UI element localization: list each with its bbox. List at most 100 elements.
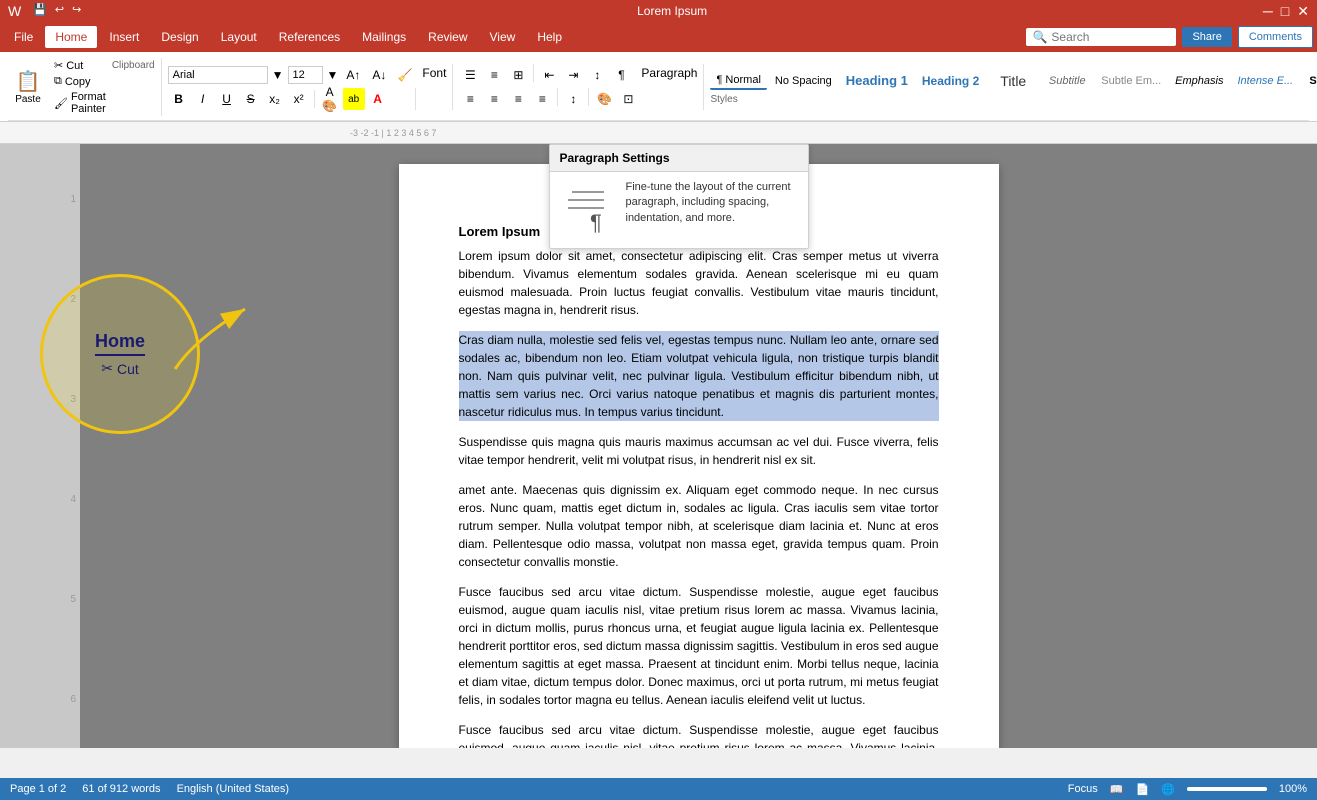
menu-references[interactable]: References: [269, 26, 350, 48]
document-para5[interactable]: Fusce faucibus sed arcu vitae dictum. Su…: [459, 583, 939, 709]
cut-button[interactable]: ✂ Cut: [50, 58, 110, 73]
underline-button[interactable]: U: [216, 88, 238, 110]
style-heading1[interactable]: Heading 1: [840, 71, 914, 90]
app-icon: W: [8, 3, 21, 19]
zoom-slider[interactable]: [1187, 787, 1267, 791]
numbering-button[interactable]: ≡: [483, 64, 505, 86]
style-intense-e[interactable]: Intense E...: [1231, 73, 1299, 89]
paragraph-group: ☰ ≡ ⊞ ⇤ ⇥ ↕ ¶ ≡ ≡ ≡ ≡ ↕ 🎨: [459, 64, 704, 110]
show-marks-button[interactable]: ¶: [610, 64, 632, 86]
font-group: Arial ▼ 12 ▼ A↑ A↓ 🧹 B I U S x₂ x²: [168, 64, 454, 110]
font-name-dropdown[interactable]: Arial: [168, 66, 268, 84]
formatting-buttons: B I U S x₂ x² A🎨 ab A: [168, 88, 417, 110]
clear-format-button[interactable]: 🧹: [394, 64, 416, 86]
font-color-button[interactable]: A: [367, 88, 389, 110]
text-highlight-button[interactable]: ab: [343, 88, 365, 110]
quick-access-save[interactable]: 💾: [33, 3, 47, 19]
search-box[interactable]: 🔍: [1026, 28, 1176, 46]
document-para2-selected[interactable]: Cras diam nulla, molestie sed felis vel,…: [459, 331, 939, 421]
style-strong[interactable]: Strong: [1301, 73, 1317, 89]
ruler: -3 -2 -1 | 1 2 3 4 5 6 7: [0, 122, 1317, 144]
style-subtitle[interactable]: Subtitle: [1041, 73, 1093, 89]
paragraph-settings-popup: Paragraph Settings ¶ Fine-tune the layou…: [549, 144, 809, 249]
paste-label: Paste: [15, 94, 41, 105]
document-para1[interactable]: Lorem ipsum dolor sit amet, consectetur …: [459, 247, 939, 319]
menu-mailings[interactable]: Mailings: [352, 26, 416, 48]
font-selector-row: Arial ▼ 12 ▼ A↑ A↓ 🧹: [168, 64, 417, 86]
margin-num-3: 3: [70, 394, 76, 405]
line-spacing-button[interactable]: ↕: [562, 88, 584, 110]
font-size-arrow[interactable]: ▼: [327, 68, 339, 82]
window-control-buttons[interactable]: ─ □ ✕: [1263, 3, 1309, 20]
quick-access-redo[interactable]: ↪: [72, 3, 81, 19]
view-layout-icon[interactable]: 📄: [1135, 783, 1149, 796]
styles-buttons: ¶ Normal No Spacing Heading 1 Heading 2 …: [710, 70, 1317, 92]
multilevel-list-button[interactable]: ⊞: [507, 64, 529, 86]
strikethrough-button[interactable]: S: [240, 88, 262, 110]
close-btn[interactable]: ✕: [1297, 3, 1309, 20]
align-left-button[interactable]: ≡: [459, 88, 481, 110]
align-center-button[interactable]: ≡: [483, 88, 505, 110]
font-shrink-button[interactable]: A↓: [368, 64, 390, 86]
view-read-icon[interactable]: 📖: [1110, 783, 1124, 796]
document-page[interactable]: Paragraph Settings ¶ Fine-tune the layou…: [399, 164, 999, 748]
sort-button[interactable]: ↕: [586, 64, 608, 86]
share-button[interactable]: Share: [1182, 27, 1231, 47]
font-name-arrow[interactable]: ▼: [272, 68, 284, 82]
align-right-button[interactable]: ≡: [507, 88, 529, 110]
zoom-percent[interactable]: 100%: [1279, 783, 1307, 795]
format-painter-label: Format Painter: [71, 91, 106, 115]
focus-label[interactable]: Focus: [1068, 783, 1098, 795]
menu-insert[interactable]: Insert: [99, 26, 149, 48]
menu-home[interactable]: Home: [45, 26, 97, 48]
menu-view[interactable]: View: [480, 26, 526, 48]
quick-access-undo[interactable]: ↩: [55, 3, 64, 19]
subscript-button[interactable]: x₂: [264, 88, 286, 110]
borders-button[interactable]: ⊡: [617, 88, 639, 110]
style-emphasis[interactable]: Emphasis: [1169, 73, 1229, 89]
paste-button[interactable]: 📋 Paste: [8, 65, 48, 109]
view-web-icon[interactable]: 🌐: [1161, 783, 1175, 796]
shading-button[interactable]: 🎨: [593, 88, 615, 110]
italic-button[interactable]: I: [192, 88, 214, 110]
menu-design[interactable]: Design: [151, 26, 208, 48]
justify-button[interactable]: ≡: [531, 88, 553, 110]
decrease-indent-button[interactable]: ⇤: [538, 64, 560, 86]
font-grow-button[interactable]: A↑: [342, 64, 364, 86]
document-para6[interactable]: Fusce faucibus sed arcu vitae dictum. Su…: [459, 721, 939, 748]
content-area: 1 2 3 4 5 6 7 Home ✂ Cut Paragraph: [0, 144, 1317, 748]
style-normal[interactable]: ¶ Normal: [710, 72, 766, 90]
annotation-cut-text: ✂ Cut: [101, 360, 139, 377]
document-para4[interactable]: amet ante. Maecenas quis dignissim ex. A…: [459, 481, 939, 571]
popup-description: Fine-tune the layout of the current para…: [626, 180, 800, 240]
separator4: [588, 88, 589, 106]
comments-button[interactable]: Comments: [1238, 26, 1313, 48]
search-icon: 🔍: [1032, 30, 1047, 44]
menu-file[interactable]: File: [4, 26, 43, 48]
maximize-btn[interactable]: □: [1281, 3, 1289, 19]
superscript-button[interactable]: x²: [288, 88, 310, 110]
bold-button[interactable]: B: [168, 88, 190, 110]
style-subtle-em[interactable]: Subtle Em...: [1095, 73, 1167, 89]
language[interactable]: English (United States): [177, 783, 290, 795]
style-no-spacing-label: No Spacing: [775, 75, 832, 87]
popup-body: ¶ Fine-tune the layout of the current pa…: [550, 172, 808, 248]
font-size-dropdown[interactable]: 12: [288, 66, 323, 84]
document-para3[interactable]: Suspendisse quis magna quis mauris maxim…: [459, 433, 939, 469]
menu-layout[interactable]: Layout: [211, 26, 267, 48]
window-controls[interactable]: W 💾 ↩ ↪: [8, 3, 81, 19]
format-painter-button[interactable]: 🖌 Format Painter: [50, 90, 110, 116]
minimize-btn[interactable]: ─: [1263, 3, 1273, 19]
style-no-spacing[interactable]: No Spacing: [769, 73, 838, 89]
copy-button[interactable]: ⧉ Copy: [50, 74, 110, 89]
cut-icon: ✂: [54, 59, 63, 72]
menu-review[interactable]: Review: [418, 26, 477, 48]
menu-help[interactable]: Help: [527, 26, 572, 48]
text-effects-button[interactable]: A🎨: [319, 88, 341, 110]
style-heading2[interactable]: Heading 2: [916, 72, 985, 90]
bullets-button[interactable]: ☰: [459, 64, 481, 86]
style-title[interactable]: Title: [987, 71, 1039, 91]
increase-indent-button[interactable]: ⇥: [562, 64, 584, 86]
search-input[interactable]: [1051, 30, 1131, 44]
copy-label: Copy: [65, 76, 91, 88]
